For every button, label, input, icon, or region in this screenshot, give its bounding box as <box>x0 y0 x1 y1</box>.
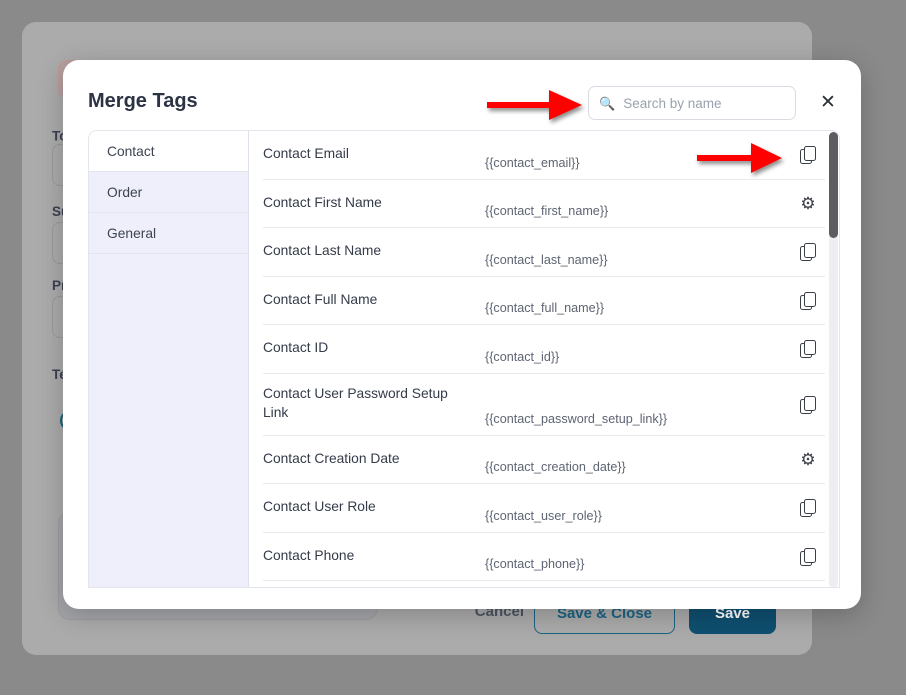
tag-name: Contact Email <box>263 146 349 162</box>
tag-name: Contact First Name <box>263 194 382 210</box>
table-row[interactable]: Contact ID {{contact_id}} <box>263 325 825 374</box>
gear-icon-button[interactable]: ⚙ <box>791 451 825 468</box>
tab-order[interactable]: Order <box>89 172 248 213</box>
gear-icon: ⚙ <box>800 193 816 213</box>
copy-icon <box>800 547 816 566</box>
copy-icon <box>800 340 816 359</box>
copy-icon <box>800 146 816 165</box>
table-row[interactable]: Contact Company {{contact_company}} <box>263 581 825 587</box>
tag-code: {{contact_password_setup_link}} <box>485 411 668 426</box>
arrow-pointing-to-search <box>487 90 582 120</box>
tag-code: {{contact_creation_date}} <box>485 460 626 474</box>
tag-name: Contact User Role <box>263 499 376 515</box>
table-row[interactable]: Contact User Password Setup Link {{conta… <box>263 374 825 436</box>
merge-tags-panel: Contact Order General Contact Email {{co… <box>88 130 840 588</box>
copy-icon-button[interactable] <box>791 243 825 262</box>
tag-name: Contact Full Name <box>263 291 378 307</box>
copy-icon-button[interactable] <box>791 291 825 310</box>
copy-icon-button[interactable] <box>791 395 825 414</box>
table-row[interactable]: Contact Phone {{contact_phone}} <box>263 533 825 581</box>
search-icon: 🔍 <box>599 95 616 111</box>
copy-icon-contact-email[interactable] <box>791 146 825 165</box>
table-row[interactable]: Contact Last Name {{contact_last_name}} <box>263 228 825 277</box>
tag-name: Contact Phone <box>263 547 355 563</box>
category-tab-list: Contact Order General <box>89 131 249 587</box>
table-row[interactable]: Contact User Role {{contact_user_role}} <box>263 484 825 533</box>
modal-close-icon[interactable]: ✕ <box>820 93 836 112</box>
copy-icon <box>800 291 816 310</box>
tab-general[interactable]: General <box>89 213 248 254</box>
tag-name: Contact Creation Date <box>263 450 400 466</box>
tag-code: {{contact_last_name}} <box>485 252 608 267</box>
tag-code: {{contact_full_name}} <box>485 301 605 315</box>
copy-icon <box>800 499 816 518</box>
gear-icon: ⚙ <box>800 449 816 469</box>
tab-contact[interactable]: Contact <box>89 131 248 172</box>
search-input[interactable] <box>623 87 785 119</box>
modal-title: Merge Tags <box>88 90 198 112</box>
tag-code: {{contact_id}} <box>485 349 560 364</box>
search-box[interactable]: 🔍 <box>588 86 796 120</box>
tag-code: {{contact_phone}} <box>485 557 585 571</box>
copy-icon <box>800 243 816 262</box>
copy-icon-button[interactable] <box>791 499 825 518</box>
tag-name: Contact Last Name <box>263 243 382 259</box>
tag-name: Contact ID <box>263 340 329 356</box>
gear-icon-button[interactable]: ⚙ <box>791 195 825 212</box>
tag-code: {{contact_user_role}} <box>485 508 602 523</box>
table-row[interactable]: Contact Full Name {{contact_full_name}} <box>263 277 825 325</box>
table-row[interactable]: Contact Creation Date {{contact_creation… <box>263 436 825 484</box>
merge-tags-list-inner: Contact Email {{contact_email}} Contact … <box>249 131 839 587</box>
copy-icon-button[interactable] <box>791 340 825 359</box>
copy-icon-button[interactable] <box>791 547 825 566</box>
table-row[interactable]: Contact First Name {{contact_first_name}… <box>263 180 825 228</box>
copy-icon <box>800 395 816 414</box>
merge-tags-list[interactable]: Contact Email {{contact_email}} Contact … <box>249 131 839 587</box>
tag-name: Contact User Password Setup Link <box>263 386 448 420</box>
arrow-pointing-to-copy <box>697 143 782 173</box>
tag-code: {{contact_first_name}} <box>485 204 609 218</box>
